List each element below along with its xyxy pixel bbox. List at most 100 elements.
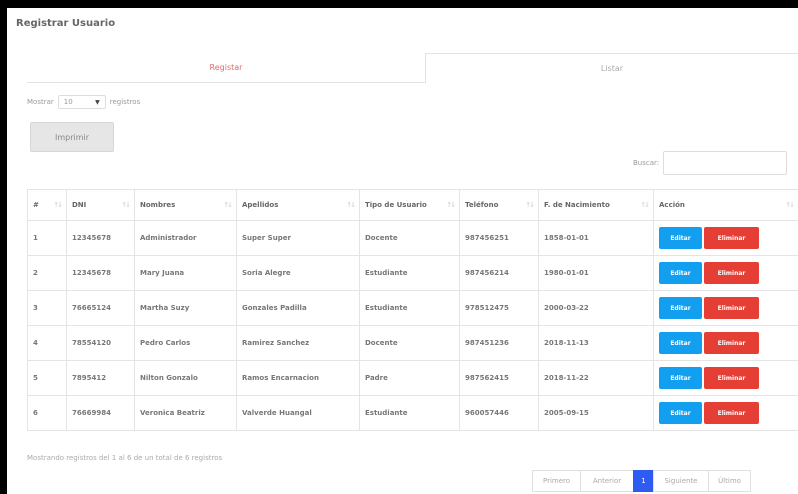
print-button[interactable]: Imprimir	[30, 122, 114, 152]
cell-nombres: Mary Juana	[134, 255, 237, 291]
tab-bar: Registar Listar	[27, 53, 798, 83]
cell-number: 4	[27, 325, 67, 361]
cell-number: 6	[27, 395, 67, 431]
window: Registrar Usuario Registar Listar Mostra…	[7, 8, 798, 494]
delete-button[interactable]: Eliminar	[704, 262, 759, 284]
table-row: 5 7895412 Nilton Gonzalo Ramos Encarnaci…	[27, 360, 798, 396]
page-1-button[interactable]: 1	[633, 470, 654, 492]
col-header-number[interactable]: # ↑↓	[27, 189, 67, 221]
sort-icon: ↑↓	[446, 201, 456, 209]
cell-telefono: 960057446	[459, 395, 539, 431]
sort-icon: ↑↓	[640, 201, 650, 209]
cell-nombres: Veronica Beatriz	[134, 395, 237, 431]
page-title: Registrar Usuario	[16, 18, 116, 29]
delete-button[interactable]: Eliminar	[704, 367, 759, 389]
table-row: 4 78554120 Pedro Carlos Ramirez Sanchez …	[27, 325, 798, 361]
cell-nacimiento: 2018-11-13	[538, 325, 654, 361]
cell-telefono: 987456214	[459, 255, 539, 291]
search-control: Buscar:	[633, 150, 788, 176]
delete-button[interactable]: Eliminar	[704, 227, 759, 249]
cell-telefono: 987451236	[459, 325, 539, 361]
delete-button[interactable]: Eliminar	[704, 297, 759, 319]
col-header-dni[interactable]: DNI ↑↓	[66, 189, 135, 221]
cell-tipo: Estudiante	[359, 255, 460, 291]
cell-apellidos: Gonzales Padilla	[236, 290, 360, 326]
sort-icon: ↑↓	[223, 201, 233, 209]
cell-nombres: Nilton Gonzalo	[134, 360, 237, 396]
cell-dni: 12345678	[66, 220, 135, 256]
cell-nacimiento: 1858-01-01	[538, 220, 654, 256]
cell-actions: Editar Eliminar	[653, 255, 798, 291]
cell-nacimiento: 2018-11-22	[538, 360, 654, 396]
page-length-select[interactable]: 10 ▼	[57, 95, 106, 109]
sort-icon: ↑↓	[53, 201, 63, 209]
delete-button[interactable]: Eliminar	[704, 402, 759, 424]
page-prev-button[interactable]: Anterior	[580, 470, 634, 492]
cell-tipo: Docente	[359, 325, 460, 361]
col-header-tipo[interactable]: Tipo de Usuario ↑↓	[359, 189, 460, 221]
table-row: 2 12345678 Mary Juana Soria Alegre Estud…	[27, 255, 798, 291]
cell-tipo: Docente	[359, 220, 460, 256]
tab-register[interactable]: Registar	[27, 53, 425, 83]
tab-list[interactable]: Listar	[425, 53, 798, 83]
cell-actions: Editar Eliminar	[653, 395, 798, 431]
page-length-control: Mostrar 10 ▼ registros	[27, 95, 140, 109]
pagination: Primero Anterior 1 Siguiente Último	[532, 470, 751, 492]
sort-icon: ↑↓	[346, 201, 356, 209]
cell-apellidos: Soria Alegre	[236, 255, 360, 291]
sort-icon: ↑↓	[525, 201, 535, 209]
cell-telefono: 987456251	[459, 220, 539, 256]
search-input[interactable]	[663, 151, 788, 175]
cell-apellidos: Super Super	[236, 220, 360, 256]
caret-down-icon: ▼	[95, 98, 100, 106]
cell-apellidos: Ramos Encarnacion	[236, 360, 360, 396]
edit-button[interactable]: Editar	[659, 262, 702, 284]
users-table: # ↑↓ DNI ↑↓ Nombres ↑↓ Apellidos ↑↓ Tipo de …	[27, 189, 798, 431]
cell-tipo: Estudiante	[359, 290, 460, 326]
edit-button[interactable]: Editar	[659, 297, 702, 319]
cell-number: 2	[27, 255, 67, 291]
page-last-button[interactable]: Último	[708, 470, 751, 492]
cell-nombres: Martha Suzy	[134, 290, 237, 326]
table-row: 6 76669984 Veronica Beatriz Valverde Hua…	[27, 395, 798, 431]
edit-button[interactable]: Editar	[659, 402, 702, 424]
page-next-button[interactable]: Siguiente	[653, 470, 709, 492]
edit-button[interactable]: Editar	[659, 227, 702, 249]
cell-dni: 76669984	[66, 395, 135, 431]
cell-number: 3	[27, 290, 67, 326]
cell-actions: Editar Eliminar	[653, 325, 798, 361]
col-header-accion[interactable]: Acción ↑↓	[653, 189, 798, 221]
cell-actions: Editar Eliminar	[653, 360, 798, 396]
col-header-apellidos[interactable]: Apellidos ↑↓	[236, 189, 360, 221]
cell-actions: Editar Eliminar	[653, 290, 798, 326]
cell-dni: 78554120	[66, 325, 135, 361]
cell-tipo: Padre	[359, 360, 460, 396]
search-label: Buscar:	[633, 159, 660, 167]
page-first-button[interactable]: Primero	[532, 470, 581, 492]
page-length-value: 10	[63, 98, 73, 106]
delete-button[interactable]: Eliminar	[704, 332, 759, 354]
edit-button[interactable]: Editar	[659, 367, 702, 389]
records-label: registros	[109, 98, 141, 106]
col-header-telefono[interactable]: Teléfono ↑↓	[459, 189, 539, 221]
cell-nacimiento: 1980-01-01	[538, 255, 654, 291]
col-header-nombres[interactable]: Nombres ↑↓	[134, 189, 237, 221]
cell-number: 1	[27, 220, 67, 256]
cell-apellidos: Valverde Huangal	[236, 395, 360, 431]
col-header-nacimiento[interactable]: F. de Nacimiento ↑↓	[538, 189, 654, 221]
show-label: Mostrar	[27, 98, 54, 106]
table-row: 3 76665124 Martha Suzy Gonzales Padilla …	[27, 290, 798, 326]
cell-dni: 12345678	[66, 255, 135, 291]
cell-actions: Editar Eliminar	[653, 220, 798, 256]
edit-button[interactable]: Editar	[659, 332, 702, 354]
cell-number: 5	[27, 360, 67, 396]
table-info: Mostrando registros del 1 al 6 de un tot…	[27, 454, 223, 462]
sort-icon: ↑↓	[121, 201, 131, 209]
table-row: 1 12345678 Administrador Super Super Doc…	[27, 220, 798, 256]
cell-telefono: 987562415	[459, 360, 539, 396]
cell-apellidos: Ramirez Sanchez	[236, 325, 360, 361]
cell-telefono: 978512475	[459, 290, 539, 326]
cell-dni: 7895412	[66, 360, 135, 396]
cell-nombres: Pedro Carlos	[134, 325, 237, 361]
cell-dni: 76665124	[66, 290, 135, 326]
